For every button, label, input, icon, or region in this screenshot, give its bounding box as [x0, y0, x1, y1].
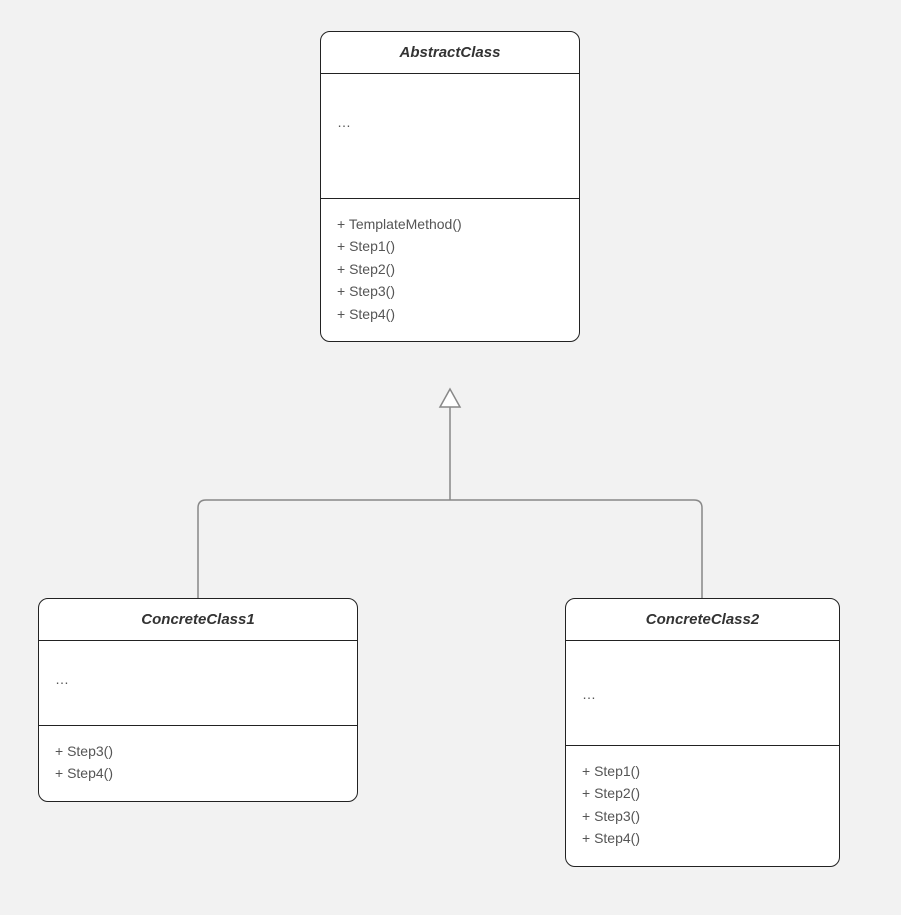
class-methods-concrete2: + Step1() + Step2() + Step3() + Step4() [566, 746, 839, 866]
method-row: + Step2() [337, 258, 563, 280]
class-attrs-concrete2: … [566, 641, 839, 746]
method-row: + Step3() [582, 805, 823, 827]
class-title-concrete2: ConcreteClass2 [566, 599, 839, 641]
uml-class-concrete2: ConcreteClass2 … + Step1() + Step2() + S… [565, 598, 840, 867]
class-methods-concrete1: + Step3() + Step4() [39, 726, 357, 801]
uml-class-abstract: AbstractClass … + TemplateMethod() + Ste… [320, 31, 580, 342]
method-row: + Step4() [337, 303, 563, 325]
method-row: + Step1() [582, 760, 823, 782]
method-row: + Step3() [55, 740, 341, 762]
class-title-concrete1: ConcreteClass1 [39, 599, 357, 641]
class-attrs-concrete1: … [39, 641, 357, 726]
class-title-abstract: AbstractClass [321, 32, 579, 74]
method-row: + Step4() [55, 762, 341, 784]
method-row: + Step2() [582, 782, 823, 804]
method-row: + TemplateMethod() [337, 213, 563, 235]
class-methods-abstract: + TemplateMethod() + Step1() + Step2() +… [321, 199, 579, 341]
method-row: + Step4() [582, 827, 823, 849]
method-row: + Step3() [337, 280, 563, 302]
class-attrs-abstract: … [321, 74, 579, 199]
method-row: + Step1() [337, 235, 563, 257]
uml-class-concrete1: ConcreteClass1 … + Step3() + Step4() [38, 598, 358, 802]
